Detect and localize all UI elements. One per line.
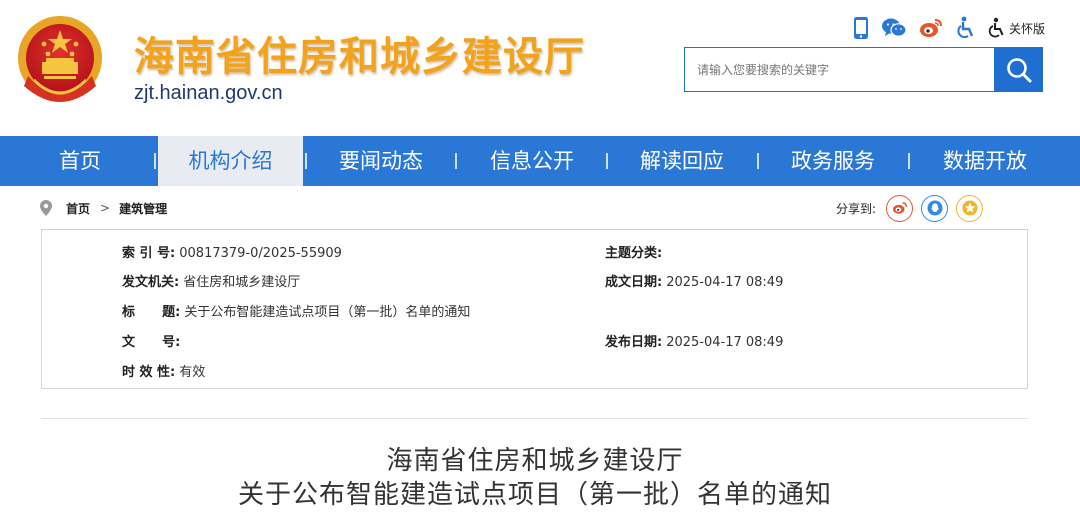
nav-separator <box>305 153 307 169</box>
info-topic-label: 主题分类: <box>605 246 663 261</box>
info-published-label: 发布日期: <box>605 335 663 350</box>
mobile-icon[interactable] <box>853 16 869 40</box>
info-validity-label: 时 效 性: <box>122 365 176 380</box>
share-label: 分享到: <box>836 201 877 216</box>
main-nav: 首页 机构介绍 要闻动态 信息公开 解读回应 政务服务 数据开放 <box>0 136 1080 186</box>
info-index-value: 00817379-0/2025-55909 <box>179 246 342 261</box>
share-qzone-button[interactable] <box>956 194 984 222</box>
header-tools: 关怀版 <box>853 16 1057 40</box>
info-issuer: 发文机关: 省住房和城乡建设厅 <box>122 271 300 290</box>
weibo-icon[interactable] <box>919 16 943 40</box>
care-mode-label: 关怀版 <box>1009 21 1046 36</box>
document-info-box: 索 引 号: 00817379-0/2025-55909 主题分类: 发文机关: 省… <box>41 229 1028 389</box>
info-created-value: 2025-04-17 08:49 <box>666 275 784 290</box>
nav-item-services[interactable]: 政务服务 <box>773 136 893 186</box>
breadcrumb-home[interactable]: 首页 <box>66 200 90 217</box>
national-emblem-icon <box>18 16 102 102</box>
info-validity: 时 效 性: 有效 <box>122 361 205 380</box>
nav-item-institution[interactable]: 机构介绍 <box>158 136 303 186</box>
share-qzone-icon <box>962 200 978 216</box>
nav-separator <box>154 153 156 169</box>
location-pin-icon <box>40 200 52 216</box>
info-created-label: 成文日期: <box>605 275 663 290</box>
breadcrumb-arrow: > <box>100 201 111 215</box>
site-domain: zjt.hainan.gov.cn <box>134 82 283 104</box>
nav-separator <box>908 153 910 169</box>
wechat-icon[interactable] <box>881 16 907 40</box>
info-docno: 文 号: <box>122 331 184 350</box>
info-published: 发布日期: 2025-04-17 08:49 <box>605 331 783 350</box>
content-divider <box>41 418 1028 419</box>
info-index: 索 引 号: 00817379-0/2025-55909 <box>122 242 342 261</box>
nav-item-news[interactable]: 要闻动态 <box>321 136 441 186</box>
nav-separator <box>455 153 457 169</box>
info-topic: 主题分类: <box>605 242 666 261</box>
info-title-label: 标 题: <box>122 305 181 320</box>
share-weibo-button[interactable] <box>886 194 914 222</box>
info-title: 标 题: 关于公布智能建造试点项目（第一批）名单的通知 <box>122 301 470 320</box>
share-bar: 分享到: <box>836 194 991 222</box>
info-title-value: 关于公布智能建造试点项目（第一批）名单的通知 <box>184 305 471 320</box>
nav-separator <box>606 153 608 169</box>
article-title-line-2: 关于公布智能建造试点项目（第一批）名单的通知 <box>237 480 832 510</box>
breadcrumb-current[interactable]: 建筑管理 <box>119 200 167 217</box>
info-index-label: 索 引 号: <box>122 246 176 261</box>
article-title-line-1: 海南省住房和城乡建设厅 <box>386 446 684 476</box>
nav-item-interpretation[interactable]: 解读回应 <box>622 136 742 186</box>
care-mode-icon[interactable]: 关怀版 <box>987 16 1045 40</box>
nav-item-home[interactable]: 首页 <box>20 136 140 186</box>
info-created: 成文日期: 2025-04-17 08:49 <box>605 271 783 290</box>
accessibility-icon[interactable] <box>955 16 975 40</box>
info-published-value: 2025-04-17 08:49 <box>666 335 784 350</box>
share-qq-icon <box>927 200 943 216</box>
nav-item-disclosure[interactable]: 信息公开 <box>472 136 592 186</box>
site-header: 海南省住房和城乡建设厅 zjt.hainan.gov.cn 关怀版 <box>0 0 1080 136</box>
search-input[interactable] <box>684 47 994 92</box>
search-bar <box>684 47 1043 92</box>
site-title: 海南省住房和城乡建设厅 <box>134 34 585 80</box>
search-button[interactable] <box>994 47 1043 92</box>
info-validity-value: 有效 <box>179 365 206 380</box>
breadcrumb: 首页 > 建筑管理 <box>40 198 167 218</box>
info-issuer-value: 省住房和城乡建设厅 <box>183 275 301 290</box>
info-docno-label: 文 号: <box>122 335 181 350</box>
share-weibo-icon <box>892 202 907 214</box>
search-icon <box>1006 57 1031 82</box>
nav-separator <box>757 153 759 169</box>
share-qq-button[interactable] <box>921 194 949 222</box>
info-issuer-label: 发文机关: <box>122 275 180 290</box>
nav-item-open-data[interactable]: 数据开放 <box>925 136 1045 186</box>
